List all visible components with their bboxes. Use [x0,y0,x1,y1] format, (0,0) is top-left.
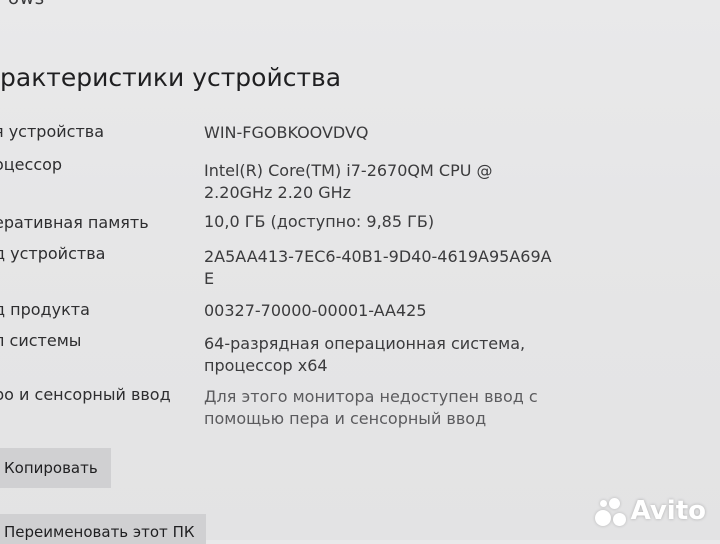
avito-wordmark: Avito [630,496,706,526]
value-device-id-line2: E [204,269,215,288]
label-device-name: я устройства [0,122,104,141]
label-system-type: п системы [0,331,82,350]
label-ram: еративная память [0,213,149,232]
top-word: ows [8,0,45,9]
section-title: рактеристики устройства [0,63,342,92]
value-ram: 10,0 ГБ (доступно: 9,85 ГБ) [204,212,435,231]
copy-button-label: Копировать [4,459,98,477]
rename-pc-button-label: Переименовать этот ПК [4,523,195,541]
value-processor-line1: Intel(R) Core(TM) i7-2670QM CPU @ [204,161,493,180]
avito-logo-icon [593,494,627,528]
value-system-type-line1: 64-разрядная операционная система, [204,334,526,353]
value-processor-line2: 2.20GHz 2.20 GHz [204,183,352,202]
value-device-id-line1: 2A5AA413-7EC6-40B1-9D40-4619A95A69A [204,247,552,266]
label-product-id: д продукта [0,300,90,319]
label-pen-touch: ро и сенсорный ввод [0,385,171,404]
value-product-id: 00327-70000-00001-AA425 [204,301,427,320]
label-processor: оцессор [0,155,63,174]
copy-button[interactable]: Копировать [0,448,111,488]
value-pen-touch-line1: Для этого монитора недоступен ввод с [204,387,538,406]
avito-watermark: Avito [593,494,706,528]
value-system-type-line2: процессор x64 [204,356,328,375]
label-device-id: д устройства [0,244,106,263]
value-device-name: WIN-FGOBKOOVDVQ [204,123,369,142]
value-pen-touch-line2: помощью пера и сенсорный ввод [204,409,487,428]
